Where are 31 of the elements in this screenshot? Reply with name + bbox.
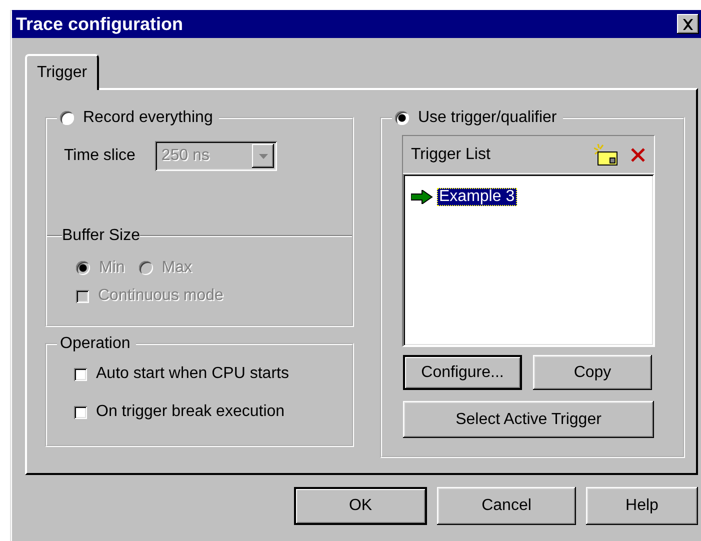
- radio-button[interactable]: [395, 111, 409, 125]
- dropdown: 250 ns: [155, 141, 278, 171]
- radio-label: Min: [99, 259, 125, 277]
- button[interactable]: Copy: [533, 355, 652, 390]
- radio-label: Use trigger/qualifier: [418, 109, 557, 127]
- group-label: Operation: [60, 335, 130, 352]
- checkbox-label: Continuous mode: [98, 287, 224, 305]
- new-icon[interactable]: [594, 144, 618, 166]
- button[interactable]: Cancel: [437, 487, 576, 525]
- close-icon: [682, 18, 694, 30]
- checkbox-label: On trigger break execution: [96, 403, 285, 421]
- radio-label: Max: [162, 259, 192, 277]
- button[interactable]: Help: [586, 487, 698, 525]
- radio-label: Record everything: [83, 109, 213, 127]
- trigger-list[interactable]: Example 3: [403, 174, 654, 346]
- list-item[interactable]: Example 3: [437, 188, 517, 206]
- field-label: Time slice: [64, 147, 136, 165]
- delete-icon[interactable]: [630, 146, 646, 162]
- checkbox[interactable]: [74, 368, 87, 380]
- list-title: Trigger List: [411, 146, 492, 164]
- button[interactable]: Select Active Trigger: [403, 401, 654, 438]
- radio-button[interactable]: [60, 111, 74, 125]
- window-title: Trace configuration: [16, 14, 184, 34]
- caret-icon: [252, 144, 274, 168]
- button[interactable]: Configure...: [403, 355, 522, 390]
- button[interactable]: OK: [294, 487, 427, 525]
- close-button[interactable]: [677, 14, 699, 34]
- tab[interactable]: Trigger: [25, 54, 100, 90]
- section-label: Buffer Size: [62, 227, 140, 245]
- checkbox[interactable]: [74, 406, 87, 418]
- checkbox-label: Auto start when CPU starts: [96, 365, 289, 383]
